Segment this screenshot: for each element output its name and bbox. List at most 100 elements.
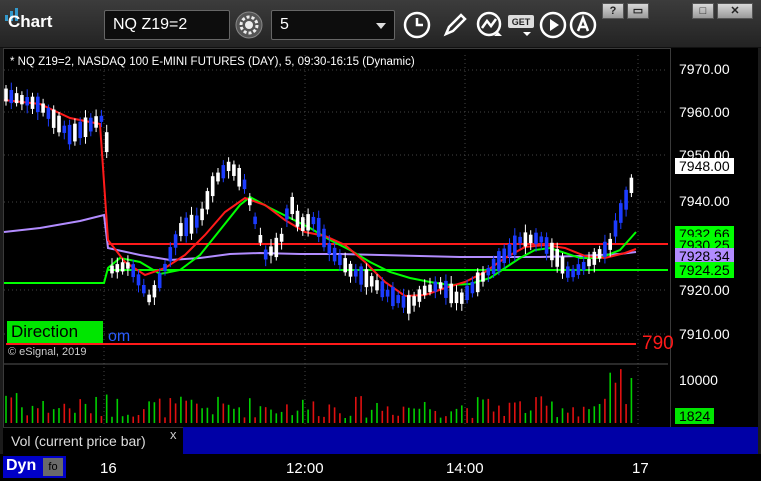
candle-body <box>481 272 485 282</box>
candle-body <box>555 249 559 267</box>
volume-bar <box>68 408 71 423</box>
red-price-overlay: 790 <box>642 333 674 354</box>
volume-bar <box>370 409 373 423</box>
candle-body <box>354 269 358 277</box>
volume-bar <box>344 417 346 423</box>
volume-bar <box>15 393 18 423</box>
candle-body <box>30 96 35 109</box>
close-icon[interactable]: x <box>170 427 177 442</box>
candle-body <box>544 237 549 254</box>
candle-body <box>613 220 618 237</box>
candle-body <box>46 107 51 119</box>
candle-body <box>163 263 167 272</box>
volume-bar <box>386 406 389 423</box>
volume-bar <box>439 417 442 423</box>
volume-bar <box>185 400 187 423</box>
volume-bar <box>577 416 580 423</box>
volume-bar <box>423 401 426 423</box>
volume-bar <box>270 409 272 423</box>
volume-bar <box>100 416 103 423</box>
volume-bar <box>143 409 145 423</box>
volume-bar <box>259 406 262 423</box>
volume-bar <box>249 398 251 423</box>
candle-body <box>221 165 226 179</box>
candle-body <box>216 172 220 182</box>
candle-body <box>507 244 512 257</box>
candle-body <box>51 109 56 128</box>
volume-bar <box>243 417 246 423</box>
volume-bar <box>450 411 452 423</box>
red-average-line <box>3 99 637 298</box>
candle-body <box>131 264 135 278</box>
volume-bar <box>360 396 362 423</box>
time-label: 12:00 <box>286 460 324 477</box>
price-chart-canvas[interactable] <box>0 0 761 481</box>
candle-body <box>587 259 591 267</box>
candle-body <box>279 233 284 242</box>
volume-bar <box>286 404 288 423</box>
volume-bar <box>95 396 97 423</box>
volume-bar <box>317 416 320 423</box>
volume-bar <box>524 412 527 423</box>
candle-body <box>89 117 93 132</box>
candle-body <box>513 235 517 255</box>
candle-body <box>285 208 289 220</box>
fo-icon[interactable]: fo <box>43 458 63 476</box>
candle-body <box>36 96 40 113</box>
volume-bar <box>609 372 611 423</box>
volume-bar <box>227 404 230 423</box>
candle-body <box>83 117 88 138</box>
candle-body <box>502 248 506 264</box>
volume-bar <box>572 407 574 423</box>
candle-body <box>311 216 316 225</box>
candle-body <box>25 97 29 106</box>
price-tick: 7920.00 <box>679 282 730 298</box>
candle-body <box>316 217 321 237</box>
volume-bar <box>238 407 240 423</box>
candle-body <box>603 241 607 257</box>
candle-body <box>396 295 400 304</box>
candle-body <box>147 294 151 303</box>
volume-bar <box>339 413 341 423</box>
volume-bar <box>582 406 585 423</box>
candle-body <box>14 93 19 104</box>
candle-body <box>475 272 480 293</box>
volume-bar <box>487 398 490 423</box>
volume-bar <box>291 415 293 423</box>
volume-bar <box>233 408 235 423</box>
volume-bar <box>461 405 463 423</box>
volume-bar <box>31 405 34 423</box>
candle-body <box>248 198 252 206</box>
candle-body <box>136 274 141 286</box>
direction-badge[interactable]: Direction <box>7 321 103 343</box>
volume-bar <box>593 406 596 423</box>
volume-bars <box>5 369 633 423</box>
volume-bar <box>492 411 495 423</box>
volume-bar <box>630 378 633 423</box>
volume-bar <box>302 399 304 423</box>
volume-bar <box>217 396 219 423</box>
volume-bar <box>519 401 521 423</box>
candle-body <box>338 254 342 266</box>
volume-study-label[interactable]: Vol (current price bar) <box>3 427 183 454</box>
volume-bar <box>508 402 511 423</box>
volume-bar <box>275 413 278 423</box>
candle-body <box>539 236 544 243</box>
volume-bar <box>429 409 431 423</box>
level-tag-d: 7924.25 <box>675 262 734 278</box>
candle-body <box>465 285 469 301</box>
candle-body <box>619 203 623 223</box>
volume-bar <box>620 369 622 423</box>
candle-body <box>290 196 294 215</box>
volume-bar <box>280 411 283 423</box>
volume-bar <box>132 416 134 423</box>
volume-bar <box>349 415 352 423</box>
candle-body <box>200 208 204 221</box>
candle-body <box>518 236 522 244</box>
volume-bar <box>434 410 437 423</box>
candle-body <box>120 262 125 272</box>
candle-body <box>263 249 268 260</box>
volume-bar <box>514 402 516 423</box>
candle-body <box>497 251 501 272</box>
candle-body <box>67 124 72 145</box>
